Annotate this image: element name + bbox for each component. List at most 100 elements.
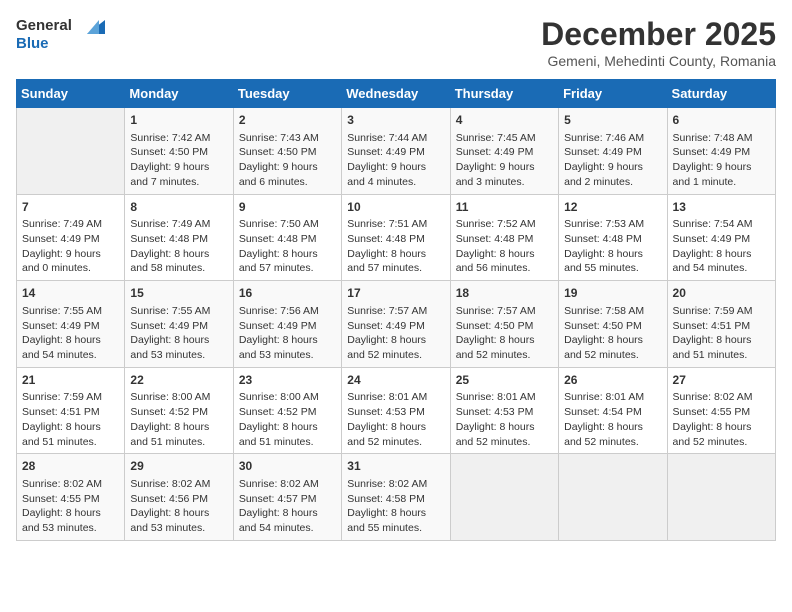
day-number: 29 bbox=[130, 458, 227, 475]
day-number: 21 bbox=[22, 372, 119, 389]
calendar-cell: 27Sunrise: 8:02 AM Sunset: 4:55 PM Dayli… bbox=[667, 367, 775, 454]
day-number: 22 bbox=[130, 372, 227, 389]
calendar-cell: 10Sunrise: 7:51 AM Sunset: 4:48 PM Dayli… bbox=[342, 194, 450, 281]
day-info: Sunrise: 7:42 AM Sunset: 4:50 PM Dayligh… bbox=[130, 131, 227, 190]
day-number: 14 bbox=[22, 285, 119, 302]
calendar-cell bbox=[667, 454, 775, 541]
day-info: Sunrise: 8:01 AM Sunset: 4:53 PM Dayligh… bbox=[456, 390, 553, 449]
day-info: Sunrise: 7:50 AM Sunset: 4:48 PM Dayligh… bbox=[239, 217, 336, 276]
header-thursday: Thursday bbox=[450, 80, 558, 108]
day-number: 31 bbox=[347, 458, 444, 475]
day-info: Sunrise: 7:57 AM Sunset: 4:49 PM Dayligh… bbox=[347, 304, 444, 363]
day-number: 27 bbox=[673, 372, 770, 389]
day-info: Sunrise: 7:55 AM Sunset: 4:49 PM Dayligh… bbox=[130, 304, 227, 363]
calendar-header-row: SundayMondayTuesdayWednesdayThursdayFrid… bbox=[17, 80, 776, 108]
day-info: Sunrise: 7:55 AM Sunset: 4:49 PM Dayligh… bbox=[22, 304, 119, 363]
day-info: Sunrise: 7:51 AM Sunset: 4:48 PM Dayligh… bbox=[347, 217, 444, 276]
calendar-cell: 31 Sunrise: 8:02 AM Sunset: 4:58 PM Dayli… bbox=[342, 454, 450, 541]
day-number: 6 bbox=[673, 112, 770, 129]
month-title: December 2025 bbox=[541, 16, 776, 53]
header-monday: Monday bbox=[125, 80, 233, 108]
day-number: 1 bbox=[130, 112, 227, 129]
week-row-1: 7Sunrise: 7:49 AM Sunset: 4:49 PM Daylig… bbox=[17, 194, 776, 281]
day-number: 25 bbox=[456, 372, 553, 389]
header-sunday: Sunday bbox=[17, 80, 125, 108]
day-number: 20 bbox=[673, 285, 770, 302]
logo-text: General bbox=[16, 16, 107, 36]
day-info: Sunrise: 8:02 AM Sunset: 4:58 PM Dayligh… bbox=[347, 477, 444, 536]
day-number: 13 bbox=[673, 199, 770, 216]
day-info: Sunrise: 7:59 AM Sunset: 4:51 PM Dayligh… bbox=[673, 304, 770, 363]
day-number: 4 bbox=[456, 112, 553, 129]
logo-icon bbox=[77, 16, 107, 36]
day-number: 17 bbox=[347, 285, 444, 302]
location-title: Gemeni, Mehedinti County, Romania bbox=[541, 53, 776, 69]
calendar-cell bbox=[450, 454, 558, 541]
calendar-cell: 28 Sunrise: 8:02 AM Sunset: 4:55 PM Dayli… bbox=[17, 454, 125, 541]
calendar-cell: 6 Sunrise: 7:48 AM Sunset: 4:49 PM Daylig… bbox=[667, 108, 775, 195]
header-friday: Friday bbox=[559, 80, 667, 108]
calendar-table: SundayMondayTuesdayWednesdayThursdayFrid… bbox=[16, 79, 776, 541]
day-info: Sunrise: 7:46 AM Sunset: 4:49 PM Dayligh… bbox=[564, 131, 661, 190]
day-info: Sunrise: 7:57 AM Sunset: 4:50 PM Dayligh… bbox=[456, 304, 553, 363]
logo-blue: Blue bbox=[16, 36, 107, 53]
day-info: Sunrise: 7:49 AM Sunset: 4:49 PM Dayligh… bbox=[22, 217, 119, 276]
calendar-body: 1 Sunrise: 7:42 AM Sunset: 4:50 PM Daylig… bbox=[17, 108, 776, 541]
day-number: 19 bbox=[564, 285, 661, 302]
day-number: 10 bbox=[347, 199, 444, 216]
day-number: 24 bbox=[347, 372, 444, 389]
calendar-cell: 17 Sunrise: 7:57 AM Sunset: 4:49 PM Dayli… bbox=[342, 281, 450, 368]
calendar-cell bbox=[559, 454, 667, 541]
day-info: Sunrise: 8:01 AM Sunset: 4:54 PM Dayligh… bbox=[564, 390, 661, 449]
title-area: December 2025 Gemeni, Mehedinti County, … bbox=[541, 16, 776, 69]
day-number: 26 bbox=[564, 372, 661, 389]
day-info: Sunrise: 8:02 AM Sunset: 4:55 PM Dayligh… bbox=[673, 390, 770, 449]
header-tuesday: Tuesday bbox=[233, 80, 341, 108]
day-info: Sunrise: 7:58 AM Sunset: 4:50 PM Dayligh… bbox=[564, 304, 661, 363]
day-number: 28 bbox=[22, 458, 119, 475]
day-number: 11 bbox=[456, 199, 553, 216]
week-row-0: 1 Sunrise: 7:42 AM Sunset: 4:50 PM Daylig… bbox=[17, 108, 776, 195]
day-info: Sunrise: 7:48 AM Sunset: 4:49 PM Dayligh… bbox=[673, 131, 770, 190]
day-info: Sunrise: 7:53 AM Sunset: 4:48 PM Dayligh… bbox=[564, 217, 661, 276]
day-info: Sunrise: 8:00 AM Sunset: 4:52 PM Dayligh… bbox=[239, 390, 336, 449]
header-wednesday: Wednesday bbox=[342, 80, 450, 108]
logo: General Blue bbox=[16, 16, 107, 53]
day-number: 15 bbox=[130, 285, 227, 302]
day-number: 7 bbox=[22, 199, 119, 216]
calendar-cell: 30Sunrise: 8:02 AM Sunset: 4:57 PM Dayli… bbox=[233, 454, 341, 541]
calendar-cell: 16Sunrise: 7:56 AM Sunset: 4:49 PM Dayli… bbox=[233, 281, 341, 368]
day-number: 9 bbox=[239, 199, 336, 216]
calendar-cell: 24Sunrise: 8:01 AM Sunset: 4:53 PM Dayli… bbox=[342, 367, 450, 454]
day-number: 23 bbox=[239, 372, 336, 389]
calendar-cell: 15 Sunrise: 7:55 AM Sunset: 4:49 PM Dayli… bbox=[125, 281, 233, 368]
calendar-cell: 4 Sunrise: 7:45 AM Sunset: 4:49 PM Daylig… bbox=[450, 108, 558, 195]
day-info: Sunrise: 7:52 AM Sunset: 4:48 PM Dayligh… bbox=[456, 217, 553, 276]
calendar-cell: 26Sunrise: 8:01 AM Sunset: 4:54 PM Dayli… bbox=[559, 367, 667, 454]
day-info: Sunrise: 7:44 AM Sunset: 4:49 PM Dayligh… bbox=[347, 131, 444, 190]
day-info: Sunrise: 8:00 AM Sunset: 4:52 PM Dayligh… bbox=[130, 390, 227, 449]
day-info: Sunrise: 8:02 AM Sunset: 4:57 PM Dayligh… bbox=[239, 477, 336, 536]
calendar-cell: 9Sunrise: 7:50 AM Sunset: 4:48 PM Daylig… bbox=[233, 194, 341, 281]
calendar-cell: 8Sunrise: 7:49 AM Sunset: 4:48 PM Daylig… bbox=[125, 194, 233, 281]
calendar-cell: 20 Sunrise: 7:59 AM Sunset: 4:51 PM Dayli… bbox=[667, 281, 775, 368]
calendar-cell: 5 Sunrise: 7:46 AM Sunset: 4:49 PM Daylig… bbox=[559, 108, 667, 195]
header: General Blue December 2025 Gemeni, Mehed… bbox=[16, 16, 776, 69]
calendar-cell: 22Sunrise: 8:00 AM Sunset: 4:52 PM Dayli… bbox=[125, 367, 233, 454]
day-info: Sunrise: 7:59 AM Sunset: 4:51 PM Dayligh… bbox=[22, 390, 119, 449]
day-info: Sunrise: 8:02 AM Sunset: 4:56 PM Dayligh… bbox=[130, 477, 227, 536]
calendar-cell: 11Sunrise: 7:52 AM Sunset: 4:48 PM Dayli… bbox=[450, 194, 558, 281]
day-info: Sunrise: 7:45 AM Sunset: 4:49 PM Dayligh… bbox=[456, 131, 553, 190]
day-info: Sunrise: 7:54 AM Sunset: 4:49 PM Dayligh… bbox=[673, 217, 770, 276]
day-number: 5 bbox=[564, 112, 661, 129]
calendar-cell: 1 Sunrise: 7:42 AM Sunset: 4:50 PM Daylig… bbox=[125, 108, 233, 195]
day-info: Sunrise: 7:56 AM Sunset: 4:49 PM Dayligh… bbox=[239, 304, 336, 363]
calendar-cell: 2Sunrise: 7:43 AM Sunset: 4:50 PM Daylig… bbox=[233, 108, 341, 195]
header-saturday: Saturday bbox=[667, 80, 775, 108]
day-info: Sunrise: 7:43 AM Sunset: 4:50 PM Dayligh… bbox=[239, 131, 336, 190]
calendar-cell: 29 Sunrise: 8:02 AM Sunset: 4:56 PM Dayli… bbox=[125, 454, 233, 541]
calendar-cell bbox=[17, 108, 125, 195]
calendar-cell: 14 Sunrise: 7:55 AM Sunset: 4:49 PM Dayli… bbox=[17, 281, 125, 368]
day-info: Sunrise: 8:02 AM Sunset: 4:55 PM Dayligh… bbox=[22, 477, 119, 536]
day-number: 3 bbox=[347, 112, 444, 129]
